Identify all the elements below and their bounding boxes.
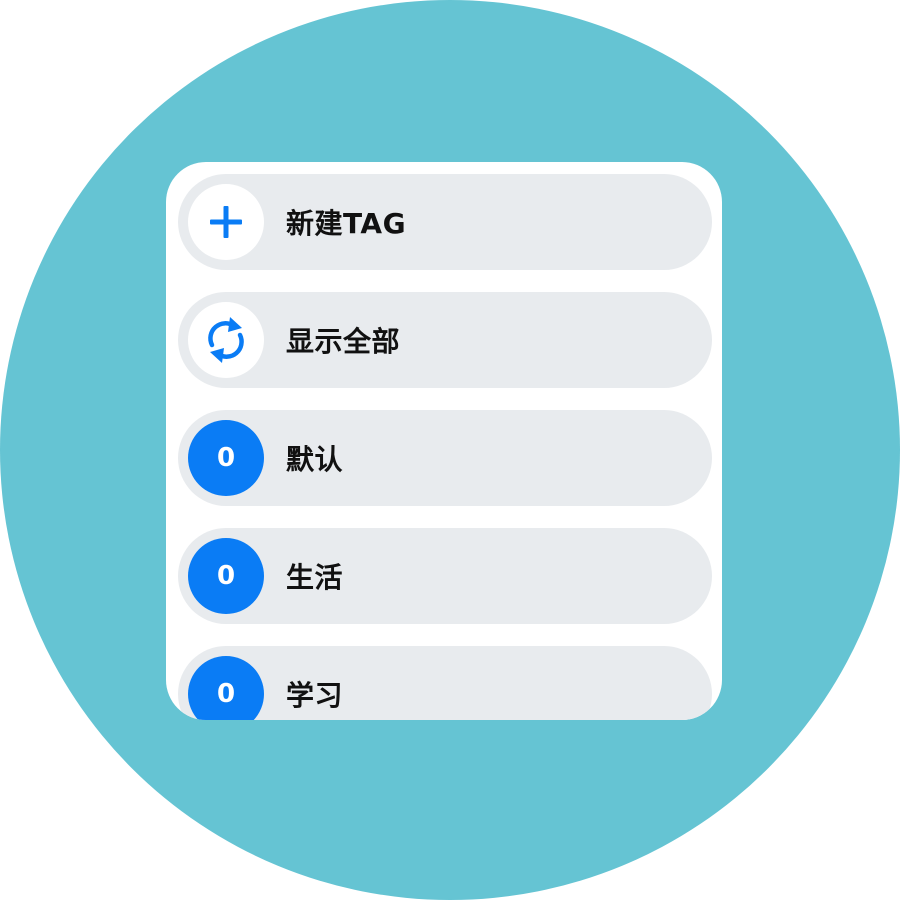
tag-count-badge: 0 [188, 420, 264, 496]
refresh-icon [204, 315, 248, 365]
show-all-button[interactable]: 显示全部 [178, 292, 712, 388]
plus-icon [208, 204, 244, 240]
tag-count: 0 [216, 561, 236, 591]
tag-label: 学习 [286, 679, 344, 712]
show-all-icon-badge [188, 302, 264, 378]
tag-count-badge: 0 [188, 538, 264, 614]
tag-menu-screen[interactable]: 新建TAG 显示全部 0 默认 0 生活 0 学习 [166, 162, 722, 720]
tag-count: 0 [216, 679, 236, 709]
new-tag-label: 新建TAG [286, 207, 407, 240]
tag-label: 生活 [286, 561, 344, 594]
tag-count: 0 [216, 443, 236, 473]
show-all-label: 显示全部 [286, 325, 401, 358]
tag-item-study[interactable]: 0 学习 [178, 646, 712, 720]
new-tag-button[interactable]: 新建TAG [178, 174, 712, 270]
tag-count-badge: 0 [188, 656, 264, 720]
tag-item-default[interactable]: 0 默认 [178, 410, 712, 506]
tag-list: 新建TAG 显示全部 0 默认 0 生活 0 学习 [178, 174, 712, 720]
app-root: 新建TAG 显示全部 0 默认 0 生活 0 学习 [0, 0, 900, 900]
tag-item-life[interactable]: 0 生活 [178, 528, 712, 624]
tag-label: 默认 [286, 443, 344, 476]
new-tag-icon-badge [188, 184, 264, 260]
